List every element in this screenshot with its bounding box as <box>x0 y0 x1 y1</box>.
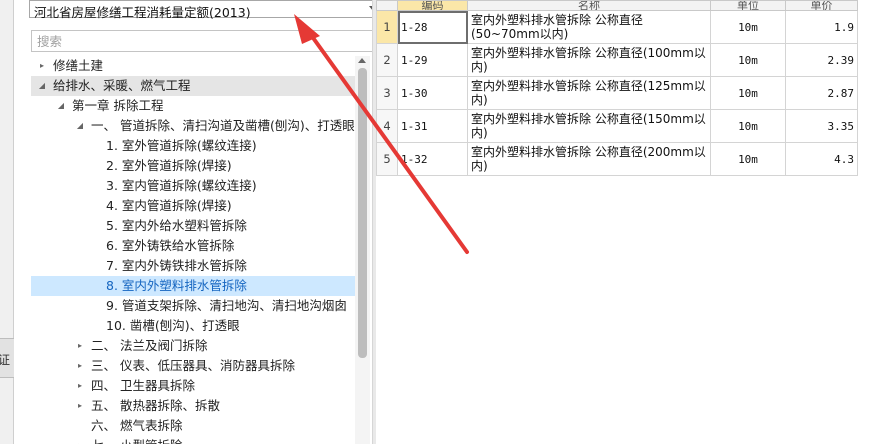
cell-name[interactable]: 室内外塑料排水管拆除 公称直径(100mm以内) <box>467 43 711 77</box>
tree-node-label: 四、 卫生器具拆除 <box>91 378 195 393</box>
tree-node-label: 五、 散热器拆除、拆散 <box>91 398 220 413</box>
expand-arrow-icon[interactable]: ▸ <box>75 336 85 356</box>
quota-library-panel: 河北省房屋修缮工程消耗量定额(2013) ▸ 修缮土建 ◢ 给排水、采暖、燃气工程 ◢ 第… <box>14 0 382 444</box>
table-row[interactable]: 1 1-28 室内外塑料排水管拆除 公称直径(50~70mm以内) 10m 1.… <box>376 10 858 44</box>
cell-unit[interactable]: 10m <box>710 10 786 44</box>
quota-library-select[interactable]: 河北省房屋修缮工程消耗量定额(2013) <box>29 0 382 20</box>
cell-code[interactable]: 1-29 <box>397 43 468 77</box>
column-header-name[interactable]: 名称 <box>467 0 711 11</box>
chapter-tree: ▸ 修缮土建 ◢ 给排水、采暖、燃气工程 ◢ 第一章 拆除工程 ◢ 一、 管道拆除、清扫沟道及… <box>31 56 357 444</box>
quota-items-table: 编码 名称 单位 单价 1 1-28 室内外塑料排水管拆除 公称直径(50~70… <box>376 0 858 176</box>
row-index: 3 <box>376 76 398 110</box>
table-row[interactable]: 3 1-30 室内外塑料排水管拆除 公称直径(125mm以内) 10m 2.87 <box>376 76 858 110</box>
tree-node[interactable]: 3. 室内管道拆除(螺纹连接) <box>31 176 357 196</box>
cell-unit[interactable]: 10m <box>710 43 786 77</box>
cell-unit[interactable]: 10m <box>710 109 786 143</box>
cell-name[interactable]: 室内外塑料排水管拆除 公称直径(125mm以内) <box>467 76 711 110</box>
expand-arrow-icon[interactable]: ▸ <box>75 356 85 376</box>
cell-name[interactable]: 室内外塑料排水管拆除 公称直径(150mm以内) <box>467 109 711 143</box>
tree-node-label: 5. 室内外给水塑料管拆除 <box>106 218 247 233</box>
tree-node-label: 一、 管道拆除、清扫沟道及凿槽(刨沟)、打透眼 <box>91 118 355 133</box>
tree-node-label: 六、 燃气表拆除 <box>91 418 183 433</box>
table-header-row: 编码 名称 单位 单价 <box>376 0 858 11</box>
cell-code[interactable]: 1-31 <box>397 109 468 143</box>
cell-unit[interactable]: 10m <box>710 76 786 110</box>
tree-node-label: 三、 仪表、低压器具、消防器具拆除 <box>91 358 295 373</box>
tree-node-label: 3. 室内管道拆除(螺纹连接) <box>106 178 257 193</box>
table-row[interactable]: 2 1-29 室内外塑料排水管拆除 公称直径(100mm以内) 10m 2.39 <box>376 43 858 77</box>
tree-node-label: 9. 管道支架拆除、清扫地沟、清扫地沟烟囱 <box>106 298 347 313</box>
tree-node[interactable]: ▸ 二、 法兰及阀门拆除 <box>31 336 357 356</box>
tree-node-label: 第一章 拆除工程 <box>72 98 164 113</box>
tree-node-label: 4. 室内管道拆除(焊接) <box>106 198 232 213</box>
column-header-price[interactable]: 单价 <box>785 0 858 11</box>
tree-node[interactable]: ▸ 四、 卫生器具拆除 <box>31 376 357 396</box>
tree-scrollbar-thumb[interactable] <box>358 68 367 358</box>
expand-arrow-icon[interactable]: ▸ <box>75 436 85 444</box>
tree-node[interactable]: ▸ 七、 小型管拆除 <box>31 436 357 444</box>
cell-price[interactable]: 2.39 <box>785 43 858 77</box>
cell-unit[interactable]: 10m <box>710 142 786 176</box>
collapse-arrow-icon[interactable]: ◢ <box>56 96 66 116</box>
column-header-unit[interactable]: 单位 <box>710 0 786 11</box>
collapse-arrow-icon[interactable]: ◢ <box>75 116 85 136</box>
tree-node[interactable]: 6. 室外铸铁给水管拆除 <box>31 236 357 256</box>
tree-node[interactable]: 7. 室内外铸铁排水管拆除 <box>31 256 357 276</box>
tree-node[interactable]: 1. 室外管道拆除(螺纹连接) <box>31 136 357 156</box>
tree-node[interactable]: 2. 室外管道拆除(焊接) <box>31 156 357 176</box>
tree-node[interactable]: ◢ 第一章 拆除工程 <box>31 96 357 116</box>
search-input[interactable] <box>31 30 382 52</box>
tree-node-label: 2. 室外管道拆除(焊接) <box>106 158 232 173</box>
tree-node[interactable]: 六、 燃气表拆除 <box>31 416 357 436</box>
tree-node-label: 10. 凿槽(刨沟)、打透眼 <box>106 318 240 333</box>
cell-price[interactable]: 3.35 <box>785 109 858 143</box>
tree-node-label: 修缮土建 <box>53 58 104 73</box>
tree-node-label: 二、 法兰及阀门拆除 <box>91 338 208 353</box>
row-index: 5 <box>376 142 398 176</box>
tree-node-label: 7. 室内外铸铁排水管拆除 <box>106 258 247 273</box>
tree-scrollbar[interactable] <box>355 56 370 444</box>
left-collapsed-panel: 证 <box>0 0 14 444</box>
row-index: 2 <box>376 43 398 77</box>
expand-arrow-icon[interactable]: ▸ <box>75 376 85 396</box>
column-header-code[interactable]: 编码 <box>397 0 468 11</box>
tree-node-label: 6. 室外铸铁给水管拆除 <box>106 238 235 253</box>
tree-node[interactable]: ◢ 一、 管道拆除、清扫沟道及凿槽(刨沟)、打透眼 <box>31 116 357 136</box>
cell-code[interactable]: 1-30 <box>397 76 468 110</box>
scroll-up-arrow-icon[interactable] <box>358 58 366 63</box>
table-row[interactable]: 5 1-32 室内外塑料排水管拆除 公称直径(200mm以内) 10m 4.3 <box>376 142 858 176</box>
tree-node[interactable]: 9. 管道支架拆除、清扫地沟、清扫地沟烟囱 <box>31 296 357 316</box>
tree-node[interactable]: 4. 室内管道拆除(焊接) <box>31 196 357 216</box>
row-index: 4 <box>376 109 398 143</box>
row-index: 1 <box>376 10 398 44</box>
tree-node-label: 七、 小型管拆除 <box>91 436 182 444</box>
left-panel-tab-label: 证 <box>0 351 10 368</box>
cell-code[interactable]: 1-32 <box>397 142 468 176</box>
tree-node-label: 8. 室内外塑料排水管拆除 <box>106 278 247 293</box>
tree-node[interactable]: ◢ 给排水、采暖、燃气工程 <box>31 76 357 96</box>
cell-price[interactable]: 2.87 <box>785 76 858 110</box>
table-row[interactable]: 4 1-31 室内外塑料排水管拆除 公称直径(150mm以内) 10m 3.35 <box>376 109 858 143</box>
collapse-arrow-icon[interactable]: ◢ <box>37 76 47 96</box>
cell-price[interactable]: 1.9 <box>785 10 858 44</box>
tree-node[interactable]: 10. 凿槽(刨沟)、打透眼 <box>31 316 357 336</box>
tree-node-label: 1. 室外管道拆除(螺纹连接) <box>106 138 257 153</box>
tree-node[interactable]: ▸ 修缮土建 <box>31 56 357 76</box>
cell-name[interactable]: 室内外塑料排水管拆除 公称直径(50~70mm以内) <box>467 10 711 44</box>
tree-node[interactable]: ▸ 五、 散热器拆除、拆散 <box>31 396 357 416</box>
tree-node-label: 给排水、采暖、燃气工程 <box>53 78 191 93</box>
column-header-index <box>376 0 398 11</box>
expand-arrow-icon[interactable]: ▸ <box>75 396 85 416</box>
tree-node[interactable]: 5. 室内外给水塑料管拆除 <box>31 216 357 236</box>
expand-arrow-icon[interactable]: ▸ <box>37 56 47 76</box>
tree-node[interactable]: 8. 室内外塑料排水管拆除 <box>31 276 357 296</box>
cell-code[interactable]: 1-28 <box>397 10 468 44</box>
quota-library-select-value: 河北省房屋修缮工程消耗量定额(2013) <box>34 5 251 20</box>
left-panel-tab[interactable]: 证 <box>0 338 14 378</box>
cell-name[interactable]: 室内外塑料排水管拆除 公称直径(200mm以内) <box>467 142 711 176</box>
cell-price[interactable]: 4.3 <box>785 142 858 176</box>
tree-node[interactable]: ▸ 三、 仪表、低压器具、消防器具拆除 <box>31 356 357 376</box>
